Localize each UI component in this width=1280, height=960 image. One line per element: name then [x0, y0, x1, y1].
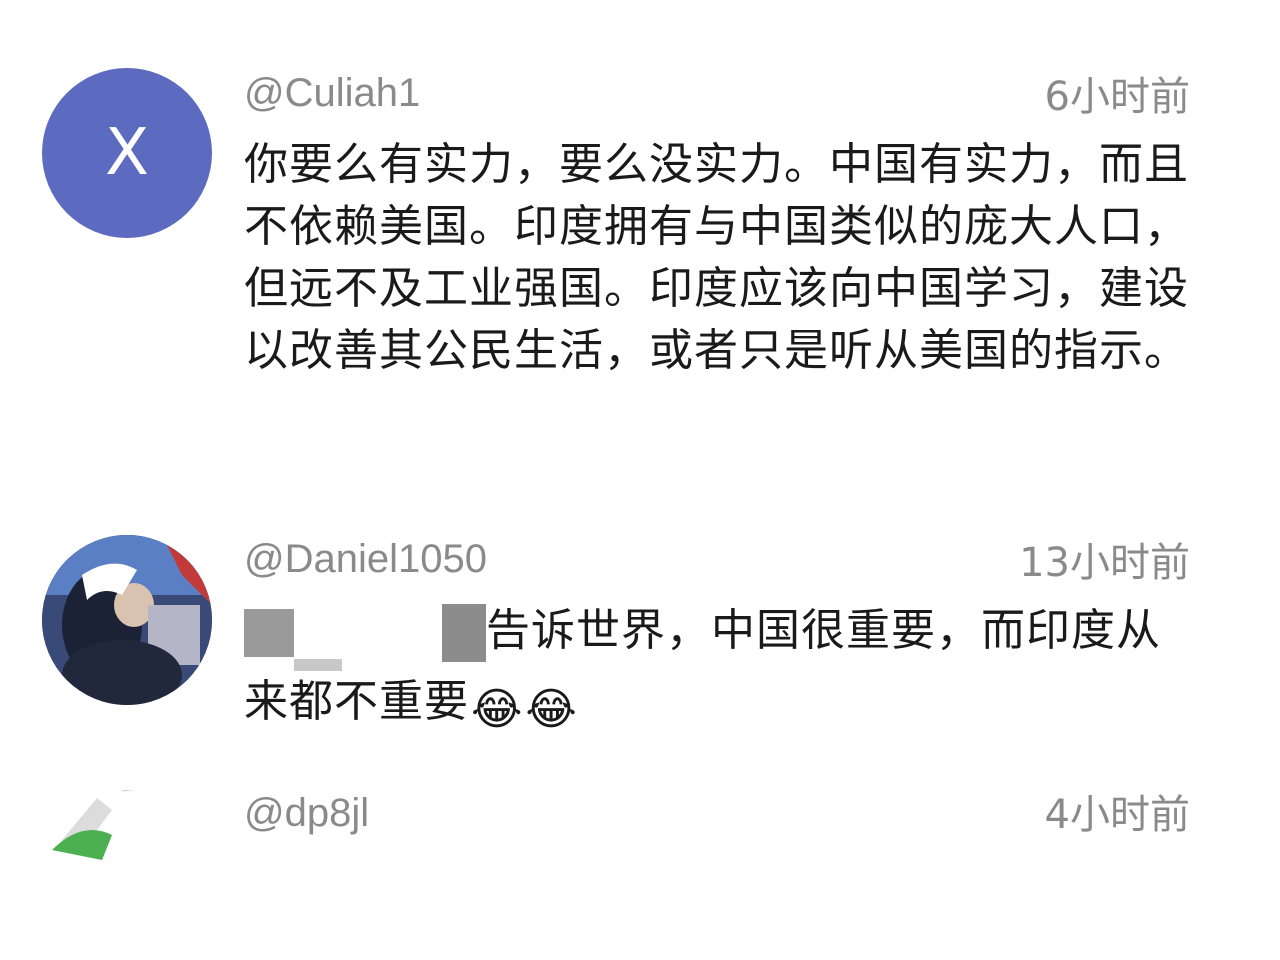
photo-avatar-icon: [42, 535, 212, 705]
comment-username[interactable]: @Culiah1: [244, 68, 420, 118]
redaction-block: [442, 604, 486, 662]
comment-timestamp: 4小时前: [1044, 792, 1190, 838]
comment-username[interactable]: @Daniel1050: [244, 534, 487, 584]
comment-text-visible: 告诉世界，中国很重要，而印度从来都不重要: [244, 605, 1161, 727]
comment-username[interactable]: @dp8jl: [244, 788, 369, 838]
comment-timestamp: 13小时前: [1019, 540, 1190, 586]
avatar-letter: X: [105, 116, 149, 190]
tears-of-joy-icon: 😂: [525, 684, 578, 735]
tears-of-joy-icon: 😂: [471, 684, 524, 735]
avatar[interactable]: X: [42, 68, 212, 238]
partial-avatar-icon: [52, 790, 173, 860]
comment-text: 你要么有实力，要么没实力。中国有实力，而且不依赖美国。印度拥有与中国类似的庞大人…: [244, 139, 1189, 376]
avatar[interactable]: [42, 790, 212, 960]
redaction-block: [244, 609, 294, 657]
avatar[interactable]: [42, 535, 212, 705]
comment-text: 告诉世界，中国很重要，而印度从来都不重要😂😂: [244, 600, 1194, 741]
comment-timestamp: 6小时前: [1044, 74, 1190, 120]
redaction-block: [294, 659, 342, 671]
